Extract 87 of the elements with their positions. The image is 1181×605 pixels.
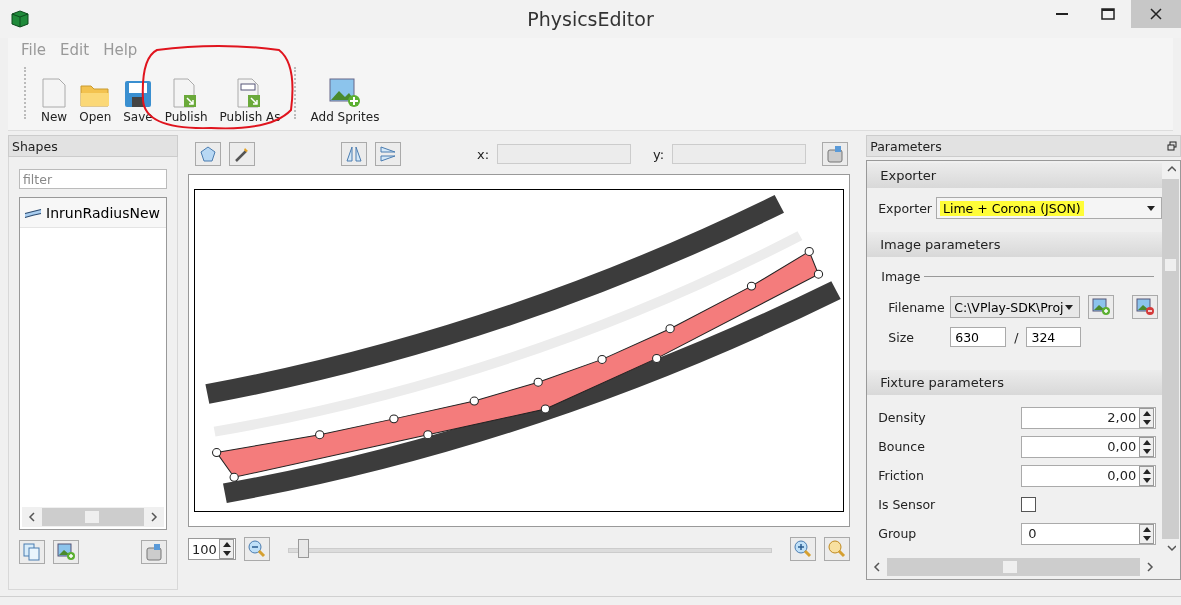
y-label: y: <box>653 146 665 162</box>
pentagon-icon <box>200 146 216 162</box>
tool-button[interactable] <box>229 142 255 166</box>
section-header[interactable]: Image parameters <box>867 232 1162 257</box>
spin-arrows[interactable] <box>1139 436 1155 457</box>
float-icon[interactable] <box>1166 141 1177 151</box>
editor-canvas[interactable] <box>188 174 851 527</box>
field-label: Size <box>888 329 915 345</box>
add-image-icon <box>57 543 75 561</box>
field-label: Density <box>878 410 927 425</box>
field-label: Is Sensor <box>878 497 937 512</box>
panel-title: Parameters <box>870 138 942 154</box>
field-label: Friction <box>878 468 925 483</box>
add-image-button[interactable] <box>1088 295 1115 319</box>
toolbar-button[interactable]: Save <box>118 76 158 124</box>
horizontal-scrollbar[interactable] <box>22 507 164 527</box>
checkbox[interactable] <box>1021 497 1037 512</box>
clipboard-icon <box>145 543 163 561</box>
field-label: Bounce <box>878 439 926 454</box>
folder-icon <box>80 82 111 108</box>
spin-arrows[interactable] <box>1139 523 1155 544</box>
x-field[interactable] <box>497 144 632 164</box>
scrollbar-thumb[interactable] <box>84 511 99 523</box>
clipboard-icon <box>826 145 845 163</box>
toolbar-button[interactable]: Publish <box>159 76 213 124</box>
x-label: x: <box>477 146 490 162</box>
chevron-down-icon <box>1165 542 1176 554</box>
zoom-out-icon <box>248 540 266 558</box>
spinbox[interactable]: 0,00 <box>1021 464 1157 487</box>
toolbar-button[interactable]: Add Sprites <box>305 76 385 124</box>
tool-button[interactable] <box>790 537 817 561</box>
spin-arrows[interactable] <box>1139 407 1155 428</box>
size-separator: / <box>1014 329 1019 345</box>
zoom-fit-icon <box>828 540 847 558</box>
field-label: Exporter <box>878 200 932 216</box>
maximize-icon <box>1101 8 1115 20</box>
blank-page-icon <box>42 78 67 108</box>
tool-button[interactable] <box>375 142 401 166</box>
spin-arrows[interactable] <box>1139 465 1155 486</box>
window-title: PhysicsEditor <box>527 8 654 30</box>
magic-wand-icon <box>234 146 250 162</box>
close-icon <box>1150 8 1162 20</box>
filename-dropdown[interactable]: C:\VPlay-SDK\Proj <box>950 296 1081 318</box>
toolbar-button[interactable]: New <box>36 76 73 124</box>
zoom-in-icon <box>794 540 813 558</box>
minimize-icon <box>1056 12 1068 16</box>
add-image-icon <box>1092 298 1111 316</box>
scrollbar-thumb[interactable] <box>1003 561 1018 573</box>
group-label: Image <box>881 269 921 284</box>
tool-button[interactable] <box>244 537 270 561</box>
tool-button[interactable] <box>195 142 221 166</box>
add-image-icon <box>329 78 361 108</box>
tool-button[interactable] <box>822 142 849 166</box>
field-label: Group <box>878 526 918 541</box>
y-field[interactable] <box>672 144 807 164</box>
field-label: Filename <box>888 299 943 315</box>
slider-thumb[interactable] <box>297 539 309 558</box>
panel-title: Shapes <box>8 135 178 157</box>
tool-button[interactable] <box>53 540 79 564</box>
chevron-right-icon <box>1144 561 1155 573</box>
remove-image-button[interactable] <box>1132 295 1159 319</box>
remove-image-icon <box>1136 298 1155 316</box>
chevron-left-icon <box>27 511 37 523</box>
filter-field[interactable]: filter <box>19 169 167 189</box>
flip-vertical-icon <box>379 145 397 163</box>
section-header[interactable]: Fixture parameters <box>867 370 1162 395</box>
toolbar-button[interactable]: Open <box>74 76 117 124</box>
scrollbar-thumb[interactable] <box>1165 259 1177 271</box>
spin-arrows[interactable] <box>219 539 234 559</box>
app-icon <box>10 10 30 28</box>
collision-polygon-drawing[interactable] <box>212 246 824 482</box>
zoom-slider[interactable] <box>288 538 773 560</box>
copy-icon <box>23 543 41 561</box>
height-field[interactable]: 324 <box>1026 327 1082 347</box>
shape-list-item[interactable]: InrunRadiusNew <box>20 198 166 228</box>
chevron-left-icon <box>872 561 883 573</box>
section-header[interactable]: Exporter <box>867 163 1162 188</box>
close-button[interactable] <box>1131 0 1181 28</box>
width-field[interactable]: 630 <box>950 327 1007 347</box>
spinbox[interactable]: 0,00 <box>1021 435 1157 458</box>
chevron-right-icon <box>149 511 159 523</box>
flip-horizontal-icon <box>345 145 363 163</box>
tool-button[interactable] <box>341 142 367 166</box>
exporter-dropdown[interactable]: Lime + Corona (JSON) <box>935 197 1162 219</box>
zoom-spinbox[interactable]: 100 <box>188 538 236 560</box>
spinbox[interactable]: 2,00 <box>1021 406 1157 429</box>
spinbox[interactable]: 0 <box>1021 522 1157 545</box>
